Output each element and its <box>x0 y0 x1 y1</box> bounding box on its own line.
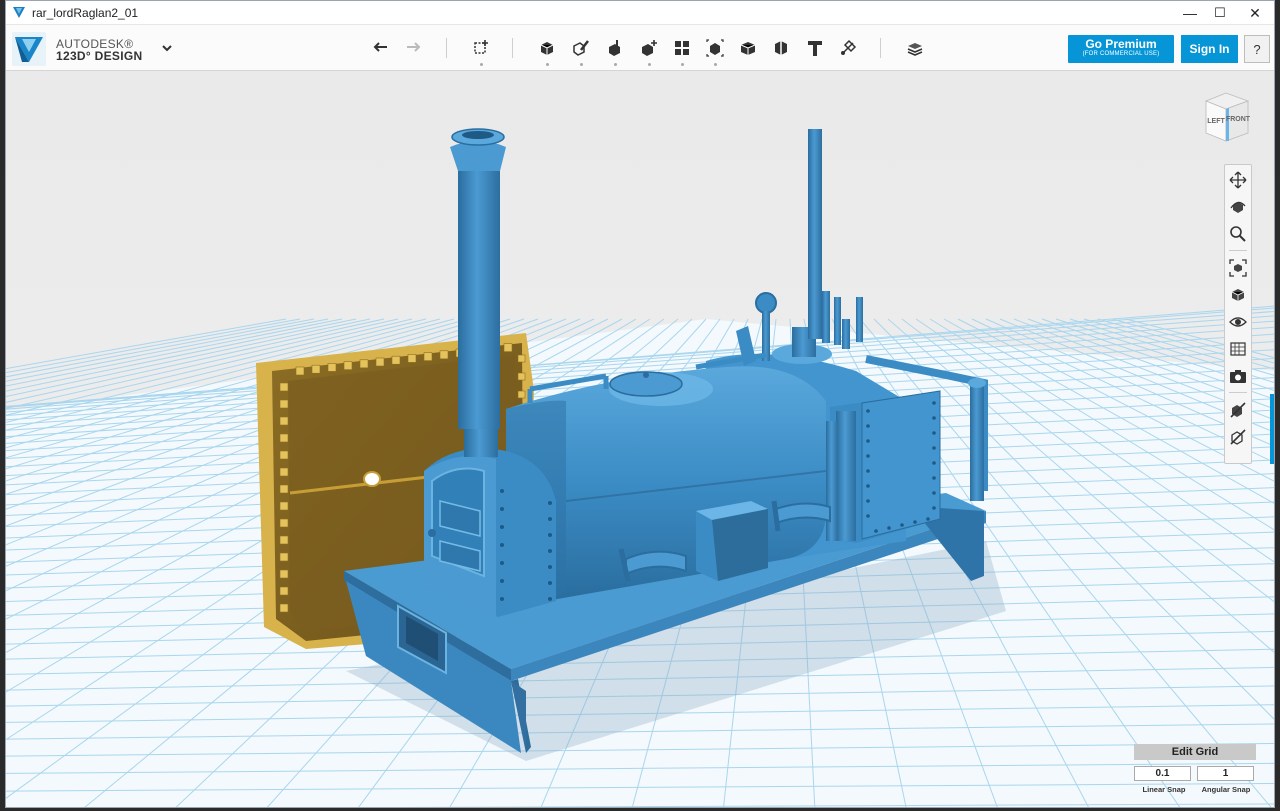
premium-label: Go Premium <box>1085 37 1157 51</box>
app-icon <box>13 7 25 18</box>
sketch-icon <box>573 40 589 56</box>
fit-icon <box>1229 259 1247 277</box>
angular-snap-label: Angular Snap <box>1201 785 1251 794</box>
main-toolbar: AUTODESK® 123D° DESIGN Go Premium (FOR C… <box>6 25 1274 71</box>
visibility-button[interactable] <box>1227 311 1249 333</box>
material-icon <box>907 43 923 56</box>
hide-sketches-button[interactable] <box>1227 399 1249 421</box>
window-title: rar_lordRaglan2_01 <box>32 6 139 20</box>
zoom-button[interactable] <box>1227 223 1249 245</box>
angular-snap-field[interactable]: 1 <box>1197 766 1254 781</box>
navigation-bar <box>1224 164 1252 464</box>
grid-panel: Edit Grid 0.1 1 Linear Snap Angular Snap <box>1134 744 1256 800</box>
premium-sublabel: (FOR COMMERCIAL USE) <box>1082 51 1160 57</box>
combine-tool[interactable] <box>737 37 759 59</box>
snap-tool[interactable] <box>837 37 859 59</box>
viewcube-icon[interactable]: LEFT FRONT <box>1196 89 1256 149</box>
autodesk-logo-icon[interactable] <box>12 32 46 66</box>
dropdown-dot <box>714 63 717 66</box>
screenshot-button[interactable] <box>1227 365 1249 387</box>
snap-icon <box>841 39 857 55</box>
orbit-icon <box>1230 201 1246 213</box>
text-icon <box>808 41 822 56</box>
app-window: rar_lordRaglan2_01 — ☐ ✕ AUTODESK® 123D°… <box>5 0 1275 808</box>
viewcube-front-label: FRONT <box>1226 116 1251 123</box>
modify-tool[interactable] <box>638 37 660 59</box>
materials-outlines-icon <box>1230 342 1246 356</box>
toolbar-divider <box>512 38 513 58</box>
views-icon <box>1231 289 1245 301</box>
sign-in-button[interactable]: Sign In <box>1181 35 1238 63</box>
navbar-divider <box>1229 392 1247 393</box>
modify-icon <box>642 40 657 56</box>
pan-button[interactable] <box>1227 169 1249 191</box>
dropdown-dot <box>648 63 651 66</box>
dropdown-dot <box>614 63 617 66</box>
side-panel-tab[interactable] <box>1270 394 1274 464</box>
dropdown-dot <box>546 63 549 66</box>
edit-grid-button[interactable]: Edit Grid <box>1134 744 1256 760</box>
go-premium-button[interactable]: Go Premium (FOR COMMERCIAL USE) <box>1068 35 1174 63</box>
close-button[interactable]: ✕ <box>1238 1 1272 25</box>
visibility-icon <box>1229 317 1247 327</box>
redo-button[interactable] <box>402 37 424 59</box>
viewcube-left-label: LEFT <box>1207 118 1225 125</box>
screenshot-icon <box>1230 370 1246 383</box>
toolbar-divider <box>880 38 881 58</box>
transform-tool[interactable] <box>470 37 492 59</box>
minimize-button[interactable]: — <box>1173 1 1207 25</box>
toolbar-divider <box>446 38 447 58</box>
measure-icon <box>775 41 787 55</box>
help-button[interactable]: ? <box>1244 35 1270 63</box>
hide-mesh-icon <box>1230 429 1246 445</box>
sketch-tool[interactable] <box>570 37 592 59</box>
pattern-tool[interactable] <box>671 37 693 59</box>
dropdown-dot <box>580 63 583 66</box>
brand-line2: 123D° DESIGN <box>56 49 143 63</box>
linear-snap-label: Linear Snap <box>1142 785 1186 794</box>
measure-tool[interactable] <box>770 37 792 59</box>
orbit-button[interactable] <box>1227 196 1249 218</box>
hide-mesh-button[interactable] <box>1227 426 1249 448</box>
zoom-icon <box>1230 226 1246 242</box>
scene-canvas[interactable] <box>6 71 1275 808</box>
construct-tool[interactable] <box>604 37 626 59</box>
transform-icon <box>474 40 488 54</box>
maximize-button[interactable]: ☐ <box>1203 1 1237 25</box>
primitives-tool[interactable] <box>536 37 558 59</box>
text-tool[interactable] <box>804 37 826 59</box>
toolbox-part[interactable] <box>696 501 768 581</box>
title-bar: rar_lordRaglan2_01 — ☐ ✕ <box>6 1 1274 25</box>
rear-tank-part[interactable] <box>826 390 941 543</box>
redo-icon <box>407 42 421 52</box>
views-button[interactable] <box>1227 284 1249 306</box>
pan-icon <box>1229 171 1247 189</box>
group-tool[interactable] <box>704 37 726 59</box>
dropdown-dot <box>681 63 684 66</box>
chevron-down-icon[interactable] <box>160 41 174 55</box>
materials-outlines-button[interactable] <box>1227 338 1249 360</box>
dropdown-dot <box>480 63 483 66</box>
hide-sketches-icon <box>1230 402 1246 418</box>
pattern-icon <box>675 41 689 55</box>
construct-icon <box>609 40 620 56</box>
linear-snap-field[interactable]: 0.1 <box>1134 766 1191 781</box>
fit-button[interactable] <box>1227 257 1249 279</box>
navbar-divider <box>1229 250 1247 251</box>
3d-viewport[interactable]: LEFT FRONT Edit Grid 0.1 1 Linear Snap A… <box>6 71 1275 808</box>
material-tool[interactable] <box>904 37 926 59</box>
primitives-icon <box>540 42 554 55</box>
undo-button[interactable] <box>370 37 392 59</box>
group-icon <box>706 39 724 57</box>
undo-icon <box>373 42 387 52</box>
combine-icon <box>740 42 756 55</box>
